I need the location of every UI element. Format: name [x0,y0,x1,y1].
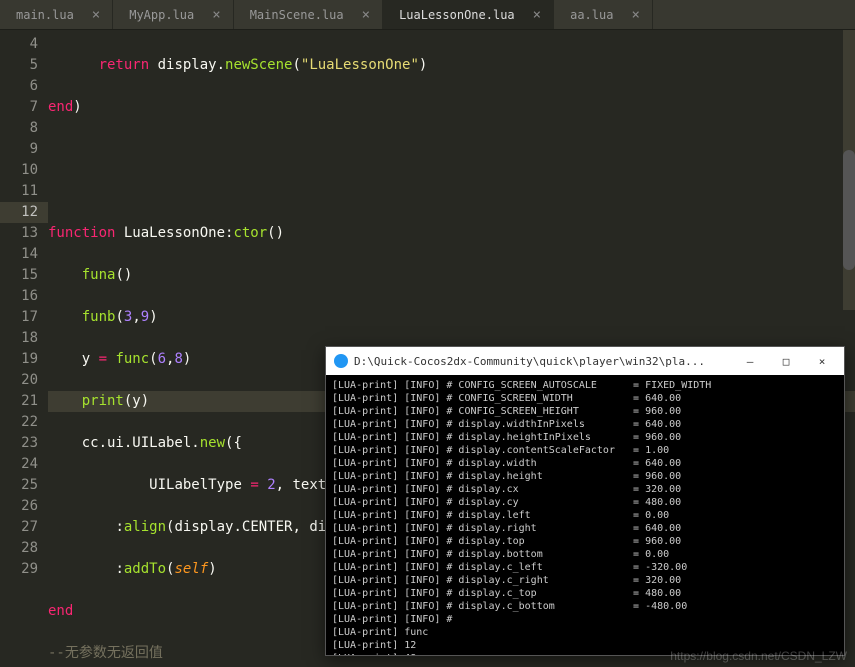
scrollbar-thumb[interactable] [843,150,855,270]
line-number: 14 [0,244,38,265]
watermark: https://blog.csdn.net/CSDN_LZW [670,649,847,663]
line-number: 10 [0,160,38,181]
tab-lualessonone[interactable]: LuaLessonOne.lua × [383,0,554,29]
line-number: 6 [0,76,38,97]
console-window: D:\Quick-Cocos2dx-Community\quick\player… [325,346,845,656]
line-number: 13 [0,223,38,244]
tab-myapp[interactable]: MyApp.lua × [113,0,233,29]
tab-label: LuaLessonOne.lua [399,8,515,22]
line-number: 7 [0,97,38,118]
line-number: 9 [0,139,38,160]
line-number: 5 [0,55,38,76]
line-number: 25 [0,475,38,496]
tab-label: main.lua [16,8,74,22]
line-number: 12 [0,202,48,223]
line-number: 26 [0,496,38,517]
app-icon [334,354,348,368]
line-number: 24 [0,454,38,475]
console-titlebar[interactable]: D:\Quick-Cocos2dx-Community\quick\player… [326,347,844,375]
maximize-button[interactable]: □ [768,350,804,372]
tab-main[interactable]: main.lua × [0,0,113,29]
tab-aa[interactable]: aa.lua × [554,0,653,29]
tab-bar: main.lua × MyApp.lua × MainScene.lua × LuaL… [0,0,855,30]
line-number: 22 [0,412,38,433]
line-number: 23 [0,433,38,454]
tab-mainscene[interactable]: MainScene.lua × [234,0,383,29]
close-icon[interactable]: × [92,7,100,23]
line-number: 16 [0,286,38,307]
tab-label: MyApp.lua [129,8,194,22]
line-number: 21 [0,391,38,412]
tab-label: MainScene.lua [250,8,344,22]
line-number: 11 [0,181,38,202]
line-number: 18 [0,328,38,349]
line-number: 20 [0,370,38,391]
close-button[interactable]: × [804,350,840,372]
line-gutter: 4567891011121314151617181920212223242526… [0,30,48,667]
console-output[interactable]: [LUA-print] [INFO] # CONFIG_SCREEN_AUTOS… [326,375,844,655]
console-title: D:\Quick-Cocos2dx-Community\quick\player… [354,355,732,368]
line-number: 4 [0,34,38,55]
close-icon[interactable]: × [362,7,370,23]
line-number: 28 [0,538,38,559]
line-number: 15 [0,265,38,286]
close-icon[interactable]: × [631,7,639,23]
line-number: 8 [0,118,38,139]
line-number: 19 [0,349,38,370]
minimize-button[interactable]: — [732,350,768,372]
tab-label: aa.lua [570,8,613,22]
line-number: 17 [0,307,38,328]
close-icon[interactable]: × [533,7,541,23]
close-icon[interactable]: × [212,7,220,23]
line-number: 27 [0,517,38,538]
editor-scrollbar[interactable] [843,30,855,310]
line-number: 29 [0,559,38,580]
